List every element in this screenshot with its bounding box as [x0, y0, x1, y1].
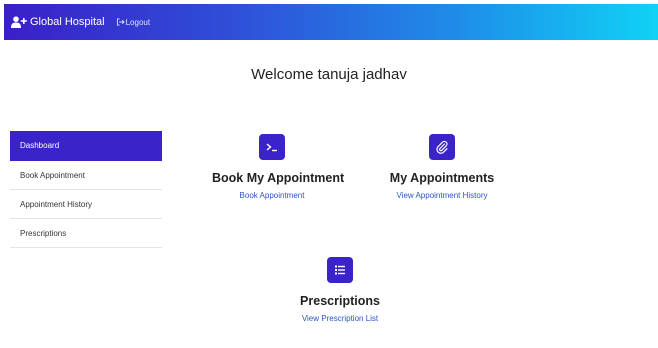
brand-link[interactable]: Global Hospital — [11, 16, 105, 28]
book-appointment-link[interactable]: Book Appointment — [212, 191, 332, 200]
list-icon — [327, 257, 353, 283]
prescriptions-card: Prescriptions View Prescription List — [290, 257, 390, 323]
sidebar: Dashboard Book Appointment Appointment H… — [10, 131, 162, 248]
my-appointments-card: My Appointments View Appointment History — [384, 134, 500, 200]
user-plus-icon — [11, 16, 27, 28]
welcome-heading: Welcome tanuja jadhav — [251, 66, 407, 83]
brand-name: Global Hospital — [30, 16, 105, 28]
logout-link[interactable]: Logout — [116, 18, 150, 27]
card-title: Prescriptions — [300, 294, 380, 308]
sidebar-item-book-appointment[interactable]: Book Appointment — [10, 161, 162, 190]
sidebar-item-prescriptions[interactable]: Prescriptions — [10, 219, 162, 248]
terminal-icon — [259, 134, 285, 160]
view-prescription-list-link[interactable]: View Prescription List — [290, 314, 390, 323]
book-appointment-card: Book My Appointment Book Appointment — [212, 134, 345, 200]
sidebar-item-dashboard[interactable]: Dashboard — [10, 131, 162, 161]
view-appointment-history-link[interactable]: View Appointment History — [384, 191, 500, 200]
top-navbar: Global Hospital Logout — [4, 4, 658, 40]
logout-label: Logout — [125, 17, 151, 27]
card-title: Book My Appointment — [212, 171, 345, 185]
sidebar-item-appointment-history[interactable]: Appointment History — [10, 190, 162, 219]
sign-out-icon — [116, 18, 125, 26]
paperclip-icon — [429, 134, 455, 160]
card-title: My Appointments — [389, 171, 495, 185]
